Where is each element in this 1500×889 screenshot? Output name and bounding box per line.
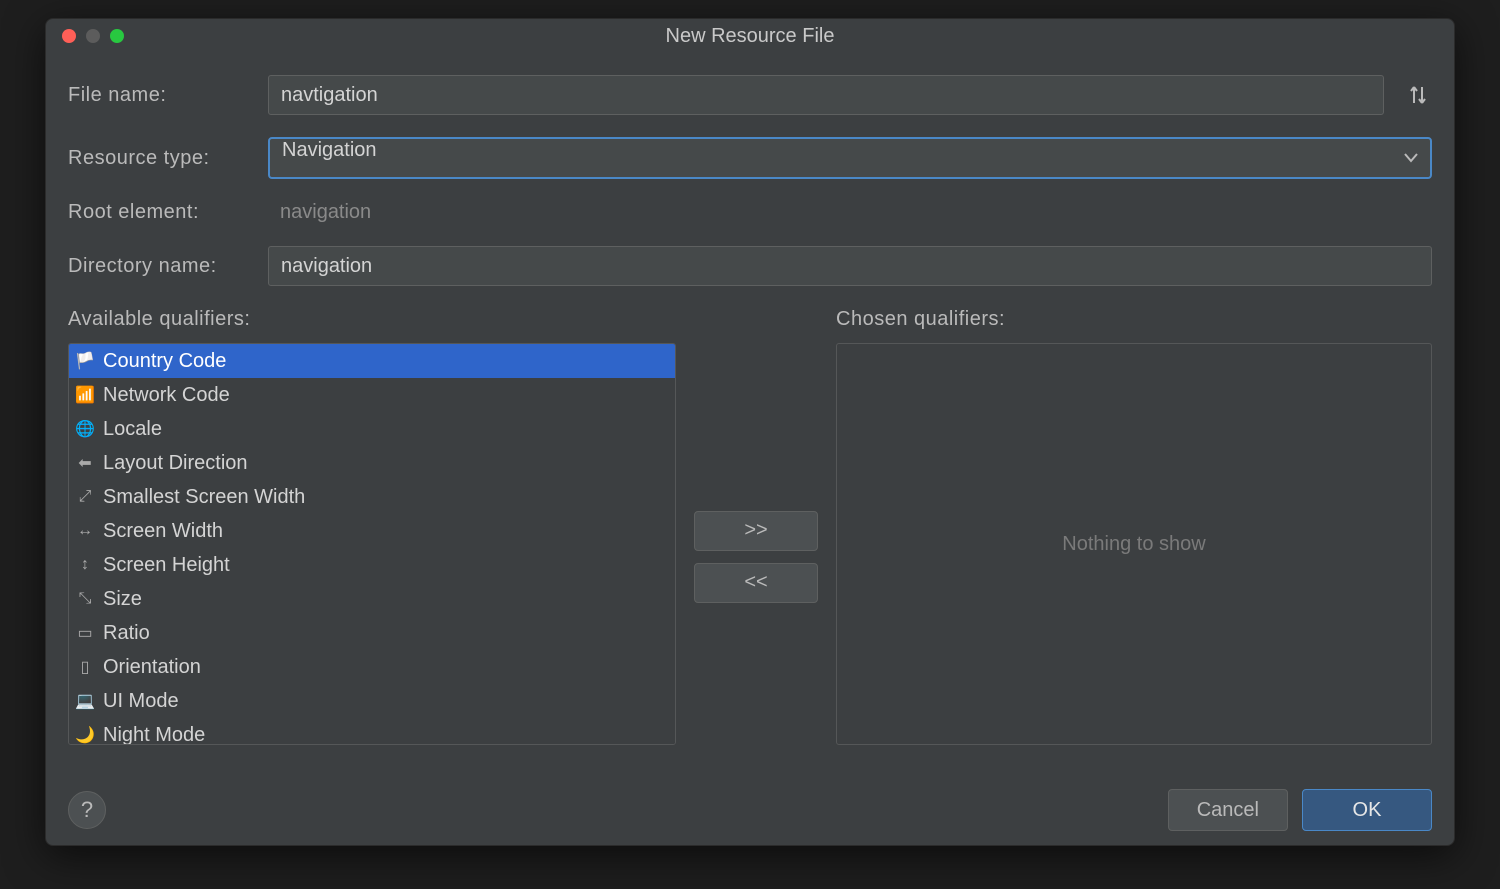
remove-qualifier-button[interactable]: << (694, 563, 818, 603)
cancel-button[interactable]: Cancel (1168, 789, 1288, 831)
zoom-window-button[interactable] (110, 29, 124, 43)
resource-type-select[interactable]: Navigation (268, 137, 1432, 179)
qualifier-item-label: Screen Height (103, 554, 230, 577)
qualifier-item-label: Size (103, 588, 142, 611)
chosen-empty-text: Nothing to show (1062, 533, 1205, 556)
qualifier-item-label: Locale (103, 418, 162, 441)
qualifier-item-label: Country Code (103, 350, 226, 373)
network-code-icon: 📶 (75, 385, 95, 405)
dialog-footer: ? Cancel OK (46, 775, 1454, 845)
qualifier-item[interactable]: ▭ Ratio (69, 616, 675, 650)
qualifier-item-label: UI Mode (103, 690, 179, 713)
sort-toggle-button[interactable] (1404, 84, 1432, 106)
qualifier-item[interactable]: 🌐 Locale (69, 412, 675, 446)
qualifier-item-label: Orientation (103, 656, 201, 679)
qualifier-item[interactable]: ⤢ Smallest Screen Width (69, 480, 675, 514)
window-controls (62, 29, 124, 43)
orientation-icon: ▯ (75, 657, 95, 677)
minimize-window-button[interactable] (86, 29, 100, 43)
qualifier-item[interactable]: ▯ Orientation (69, 650, 675, 684)
qualifier-item[interactable]: ↕ Screen Height (69, 548, 675, 582)
ratio-icon: ▭ (75, 623, 95, 643)
add-qualifier-button[interactable]: >> (694, 511, 818, 551)
night-mode-icon: 🌙 (75, 725, 95, 745)
chosen-qualifiers-label: Chosen qualifiers: (836, 308, 1432, 331)
arrow-left-icon: ⬅ (75, 453, 95, 473)
resource-type-label: Resource type: (68, 147, 268, 170)
qualifier-item-label: Layout Direction (103, 452, 248, 475)
qualifier-item[interactable]: 🌙 Night Mode (69, 718, 675, 745)
directory-name-label: Directory name: (68, 255, 268, 278)
country-code-icon: 🏳️ (75, 351, 95, 371)
globe-icon: 🌐 (75, 419, 95, 439)
qualifier-item-label: Smallest Screen Width (103, 486, 305, 509)
file-name-label: File name: (68, 84, 268, 107)
ui-mode-icon: 💻 (75, 691, 95, 711)
height-icon: ↕ (75, 555, 95, 575)
dialog-content: File name: Resource type: Navigation Roo… (46, 53, 1454, 775)
dialog-title: New Resource File (46, 25, 1454, 48)
expand-icon: ⤢ (75, 487, 95, 507)
qualifier-item[interactable]: 💻 UI Mode (69, 684, 675, 718)
available-qualifiers-label: Available qualifiers: (68, 308, 676, 331)
available-qualifiers-list[interactable]: 🏳️ Country Code 📶 Network Code 🌐 Locale ⬅ Layou… (68, 343, 676, 745)
help-button[interactable]: ? (68, 791, 106, 829)
root-element-value: navigation (268, 201, 371, 224)
close-window-button[interactable] (62, 29, 76, 43)
ok-button[interactable]: OK (1302, 789, 1432, 831)
qualifier-item-label: Night Mode (103, 724, 205, 746)
titlebar: New Resource File (46, 19, 1454, 53)
qualifier-item-label: Network Code (103, 384, 230, 407)
root-element-label: Root element: (68, 201, 268, 224)
new-resource-file-dialog: New Resource File File name: Resource ty… (45, 18, 1455, 846)
width-icon: ↔ (75, 521, 95, 541)
file-name-input[interactable] (268, 75, 1384, 115)
resize-icon: ⤡ (75, 589, 95, 609)
qualifier-item[interactable]: 📶 Network Code (69, 378, 675, 412)
chosen-qualifiers-list[interactable]: Nothing to show (836, 343, 1432, 745)
qualifier-item[interactable]: ⬅ Layout Direction (69, 446, 675, 480)
qualifier-item[interactable]: ↔ Screen Width (69, 514, 675, 548)
directory-name-input[interactable] (268, 246, 1432, 286)
qualifier-item[interactable]: 🏳️ Country Code (69, 344, 675, 378)
qualifier-item-label: Screen Width (103, 520, 223, 543)
qualifier-item-label: Ratio (103, 622, 150, 645)
qualifier-item[interactable]: ⤡ Size (69, 582, 675, 616)
sort-arrows-icon (1409, 84, 1427, 106)
